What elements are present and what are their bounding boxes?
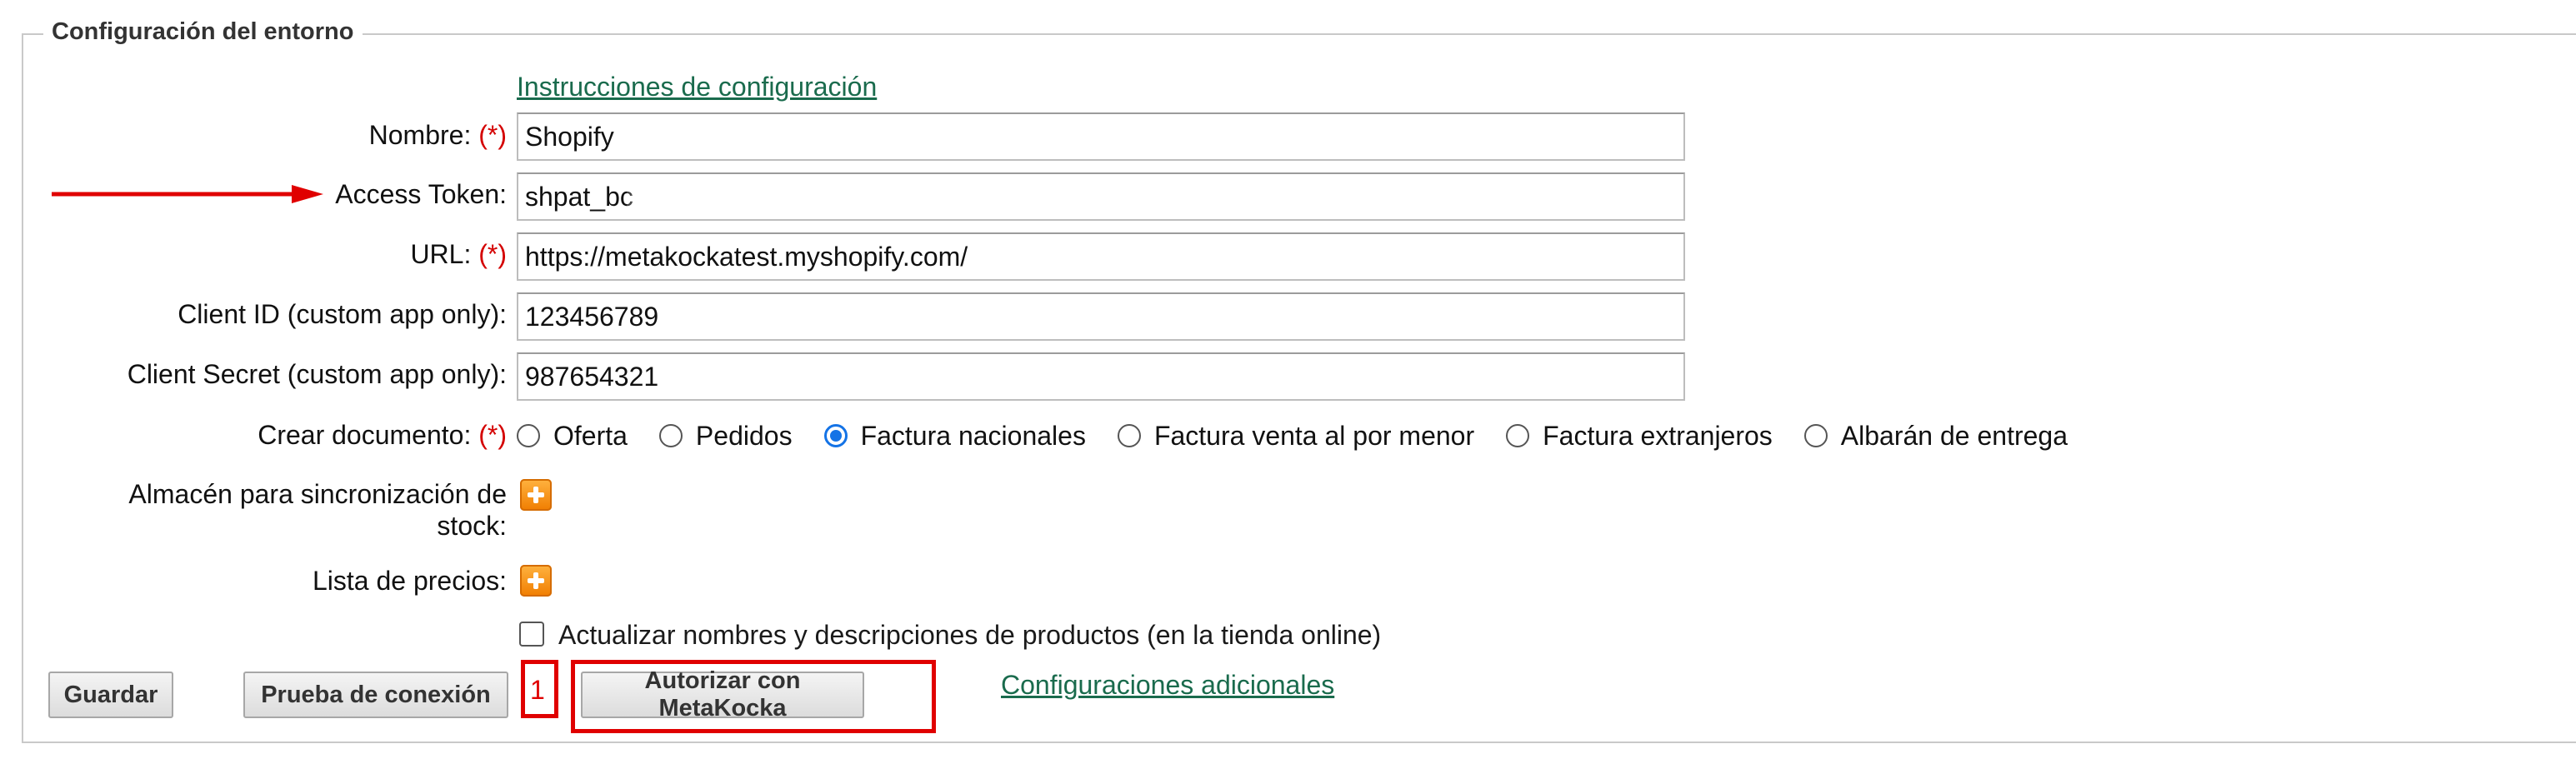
radio-oferta[interactable]: Oferta <box>517 421 628 452</box>
radio-circle[interactable] <box>658 424 683 447</box>
client-secret-label: Client Secret (custom app only): <box>127 359 507 389</box>
crear-documento-label-text: Crear documento: <box>258 420 472 450</box>
document-type-radio-group: Oferta Pedidos Factura nacionales Factur… <box>517 419 2099 452</box>
almacen-add-icon[interactable] <box>520 479 552 511</box>
client-id-label: Client ID (custom app only): <box>178 299 507 329</box>
url-label-text: URL: <box>410 239 472 269</box>
configuraciones-adicionales-link[interactable]: Configuraciones adicionales <box>1001 670 1334 701</box>
radio-label: Factura extranjeros <box>1543 420 1773 451</box>
radio-factura-venta-menor[interactable]: Factura venta al por menor <box>1117 420 1475 452</box>
access-token-label: Access Token: <box>335 179 507 209</box>
lista-precios-add-icon[interactable] <box>520 565 552 597</box>
radio-circle-selected[interactable] <box>823 424 848 447</box>
radio-label: Factura nacionales <box>860 420 1086 451</box>
radio-factura-nacionales[interactable]: Factura nacionales <box>823 420 1086 452</box>
update-products-label: Actualizar nombres y descripciones de pr… <box>558 620 1382 650</box>
required-mark: (*) <box>478 420 507 450</box>
radio-pedidos[interactable]: Pedidos <box>658 420 793 452</box>
radio-factura-extranjeros[interactable]: Factura extranjeros <box>1506 421 1773 452</box>
almacen-label-line1: Almacén para sincronización de <box>128 479 507 509</box>
radio-label: Pedidos <box>695 420 793 451</box>
client-id-input[interactable] <box>517 292 1685 341</box>
radio-label: Albarán de entrega <box>1840 420 2068 451</box>
radio-circle[interactable] <box>1117 424 1141 447</box>
radio-label: Factura venta al por menor <box>1153 420 1475 451</box>
url-input[interactable] <box>517 232 1685 281</box>
annotation-number: 1 <box>530 675 545 705</box>
redaction-blur <box>627 177 893 217</box>
update-products-checkbox[interactable] <box>519 622 544 647</box>
almacen-label-line2: stock: <box>437 511 507 541</box>
lista-precios-label: Lista de precios: <box>312 566 507 596</box>
nombre-label-text: Nombre: <box>368 120 472 150</box>
radio-circle[interactable] <box>1506 424 1530 447</box>
autorizar-metakocka-button[interactable]: Autorizar con MetaKocka <box>581 667 864 722</box>
radio-dot <box>829 430 842 442</box>
instructions-link[interactable]: Instrucciones de configuración <box>517 72 877 102</box>
nombre-input[interactable] <box>517 112 1685 161</box>
required-mark: (*) <box>478 120 507 150</box>
nombre-label: Nombre: (*) <box>369 120 507 151</box>
red-arrow-icon <box>52 185 323 203</box>
required-mark: (*) <box>478 239 507 269</box>
radio-circle[interactable] <box>1803 424 1828 447</box>
guardar-button[interactable]: Guardar <box>48 672 173 718</box>
radio-circle[interactable] <box>517 424 540 447</box>
prueba-conexion-button[interactable]: Prueba de conexión <box>243 672 508 718</box>
url-label: URL: (*) <box>410 239 507 270</box>
crear-documento-label: Crear documento: (*) <box>258 420 507 451</box>
fieldset-legend: Configuración del entorno <box>43 18 363 46</box>
almacen-label: Almacén para sincronización de stock: <box>128 478 507 542</box>
radio-albaran-entrega[interactable]: Albarán de entrega <box>1803 420 2068 452</box>
client-secret-input[interactable] <box>517 352 1685 401</box>
radio-label: Oferta <box>553 420 628 451</box>
